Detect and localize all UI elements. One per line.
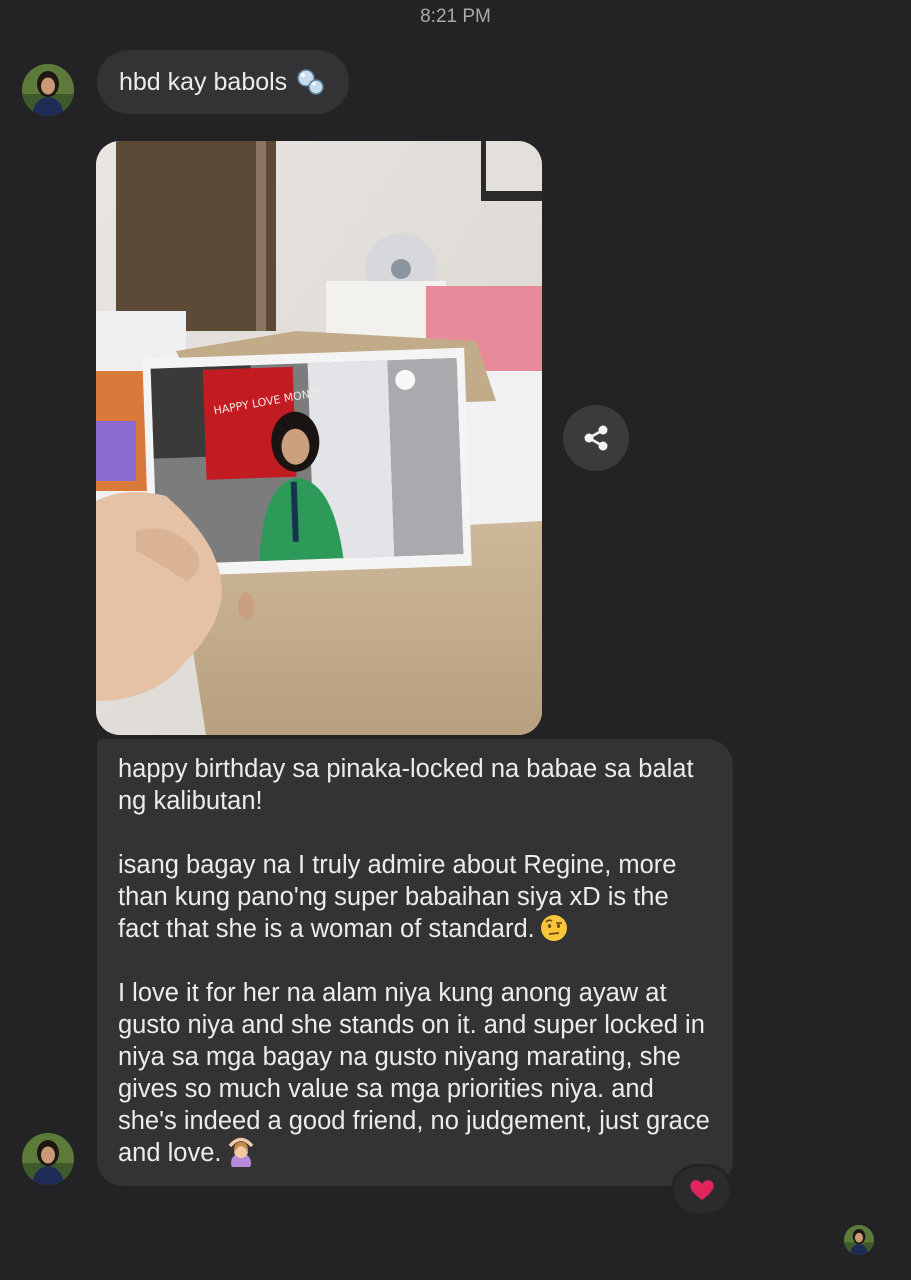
- message-paragraph: isang bagay na I truly admire about Regi…: [118, 851, 677, 943]
- face-with-raised-eyebrow-icon: [539, 913, 569, 943]
- red-heart-icon: [690, 1180, 714, 1200]
- person-gesturing-ok-icon: [226, 1137, 256, 1173]
- message-paragraph: happy birthday sa pinaka-locked na babae…: [118, 755, 694, 815]
- message-bubble-hbd[interactable]: hbd kay babols: [97, 50, 350, 114]
- message-paragraph: I love it for her na alam niya kung anon…: [118, 977, 711, 1173]
- sender-avatar[interactable]: [22, 64, 74, 116]
- photo-attachment[interactable]: HAPPY LOVE MONTH: [96, 141, 542, 735]
- share-icon: [584, 425, 608, 451]
- reaction-badge[interactable]: [671, 1164, 733, 1216]
- seen-avatar: [844, 1225, 874, 1255]
- timestamp: 8:21 PM: [420, 6, 491, 27]
- share-button[interactable]: [563, 405, 629, 471]
- sender-avatar[interactable]: [22, 1133, 74, 1185]
- bubbles-emoji-icon: [295, 67, 325, 97]
- message-text: hbd kay babols: [119, 67, 288, 96]
- message-bubble-birthday-note[interactable]: happy birthday sa pinaka-locked na babae…: [97, 739, 733, 1186]
